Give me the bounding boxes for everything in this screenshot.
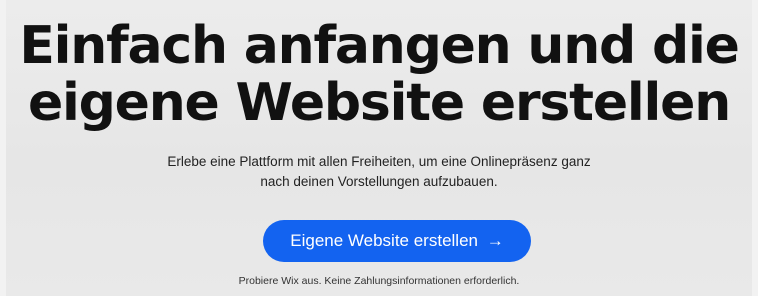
hero-subtext-line-2: nach deinen Vorstellungen aufzubauen. — [260, 174, 498, 189]
hero-subtext: Erlebe eine Plattform mit allen Freiheit… — [6, 152, 752, 192]
hero-section: Einfach anfangen und die eigene Website … — [6, 0, 752, 296]
hero-headline: Einfach anfangen und die eigene Website … — [6, 18, 752, 132]
arrow-right-icon: → — [486, 231, 504, 250]
hero-headline-line-2: eigene Website erstellen — [27, 73, 731, 133]
hero-headline-line-1: Einfach anfangen und die — [19, 16, 740, 76]
page: Einfach anfangen und die eigene Website … — [0, 0, 758, 296]
hero-subtext-line-1: Erlebe eine Plattform mit allen Freiheit… — [167, 154, 591, 169]
hero-footnote: Probiere Wix aus. Keine Zahlungsinformat… — [238, 275, 520, 287]
create-website-button[interactable]: Eigene Website erstellen → — [263, 220, 531, 262]
create-website-button-label: Eigene Website erstellen — [290, 231, 478, 250]
